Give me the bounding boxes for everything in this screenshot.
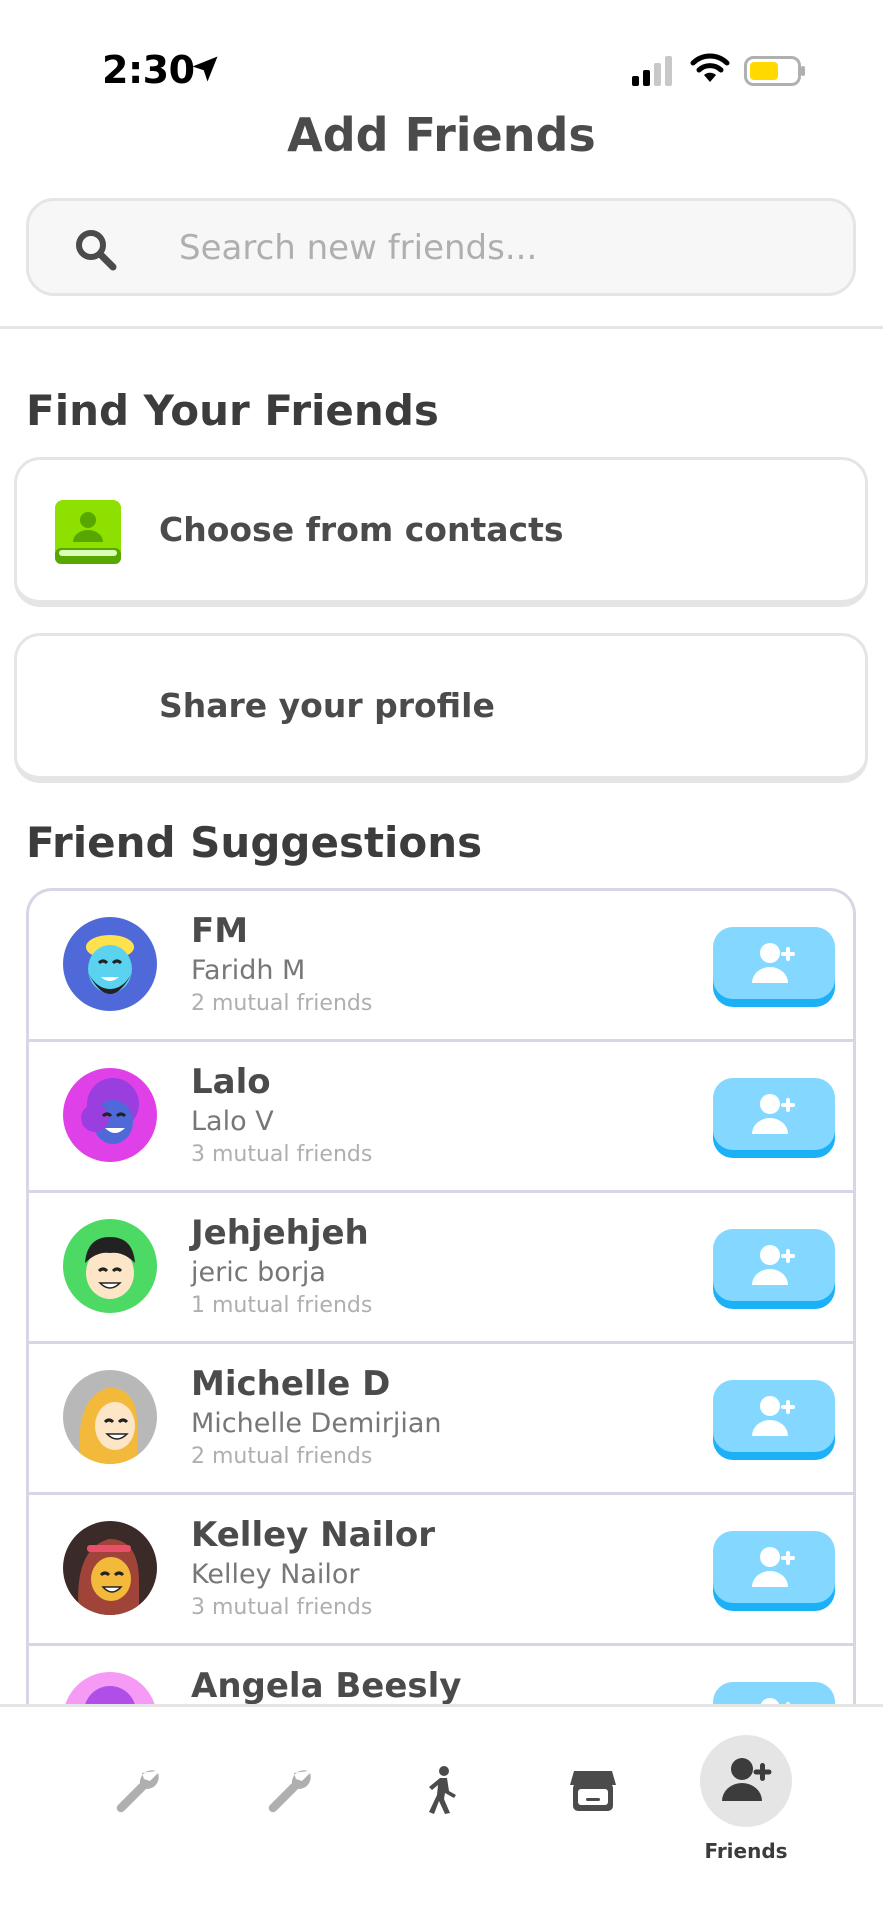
wrench-icon [116,1770,159,1813]
friend-username: jeric borja [191,1257,326,1288]
wifi-icon [690,53,730,82]
friend-username: Faridh M [191,955,306,986]
tab-friends-label: Friends [704,1839,788,1863]
friend-suggestion-row[interactable]: Lalo Lalo V 3 mutual friends [29,1042,853,1193]
mutual-friends-count: 2 mutual friends [191,1444,373,1469]
add-friend-icon [752,943,795,983]
add-friend-button[interactable] [713,1380,835,1452]
page-title: Add Friends [287,108,596,162]
mutual-friends-count: 1 mutual friends [191,1293,373,1318]
friend-display-name: Michelle D [191,1364,391,1404]
tab-shop[interactable] [538,1735,648,1845]
mutual-friends-count: 3 mutual friends [191,1142,373,1167]
header-divider [0,326,883,329]
status-bar: 2:30 [0,0,883,110]
shop-icon [570,1771,616,1811]
find-friends-heading: Find Your Friends [26,386,439,435]
friend-username: Michelle Demirjian [191,1408,442,1439]
tab-tools-1[interactable] [82,1735,192,1845]
choose-from-contacts-button[interactable]: Choose from contacts [14,457,868,607]
walking-person-icon [429,1766,456,1814]
friend-suggestions-heading: Friend Suggestions [26,818,483,867]
avatar [63,1521,157,1615]
share-profile-button[interactable]: Share your profile [14,633,868,783]
add-friend-icon [752,1094,795,1134]
friend-username: Kelley Nailor [191,1559,360,1590]
friend-suggestions-list: FM Faridh M 2 mutual friends Lalo Lalo V… [26,888,856,1708]
search-icon [76,230,117,271]
friend-display-name: Angela Beesly [191,1666,462,1706]
mutual-friends-count: 2 mutual friends [191,991,373,1016]
wrench-icon [268,1770,311,1813]
friend-suggestion-row[interactable]: FM Faridh M 2 mutual friends [29,891,853,1042]
contacts-book-icon [55,500,121,564]
friend-suggestion-row[interactable]: Jehjehjeh jeric borja 1 mutual friends [29,1193,853,1344]
choose-from-contacts-label: Choose from contacts [159,510,564,549]
avatar [63,1068,157,1162]
battery-icon [744,56,805,86]
add-friend-button[interactable] [713,1078,835,1150]
add-friend-icon [752,1396,795,1436]
share-profile-label: Share your profile [159,686,495,725]
search-bar[interactable] [26,198,856,296]
status-time: 2:30 [102,48,195,92]
friend-display-name: Jehjehjeh [191,1213,369,1253]
bottom-tab-bar: Friends [0,1704,883,1920]
friend-username: Lalo V [191,1106,274,1137]
avatar [63,917,157,1011]
add-friend-icon [752,1547,795,1587]
tab-friends[interactable]: Friends [690,1735,800,1863]
location-arrow-icon [192,56,218,82]
tab-activity[interactable] [386,1735,496,1845]
search-input[interactable] [179,219,799,277]
add-friend-button[interactable] [713,927,835,999]
add-friend-icon [722,1758,772,1801]
tab-tools-2[interactable] [234,1735,344,1845]
friend-display-name: Kelley Nailor [191,1515,436,1555]
friend-suggestion-row[interactable]: Angela Beesly [29,1646,853,1708]
friend-display-name: Lalo [191,1062,271,1102]
avatar [63,1370,157,1464]
avatar [63,1219,157,1313]
add-friend-icon [752,1245,795,1285]
cellular-signal-icon [632,56,672,86]
add-friend-button[interactable] [713,1229,835,1301]
friend-display-name: FM [191,911,249,951]
friend-suggestion-row[interactable]: Kelley Nailor Kelley Nailor 3 mutual fri… [29,1495,853,1646]
avatar [63,1672,157,1708]
add-friend-button[interactable] [713,1531,835,1603]
friend-suggestion-row[interactable]: Michelle D Michelle Demirjian 2 mutual f… [29,1344,853,1495]
mutual-friends-count: 3 mutual friends [191,1595,373,1620]
